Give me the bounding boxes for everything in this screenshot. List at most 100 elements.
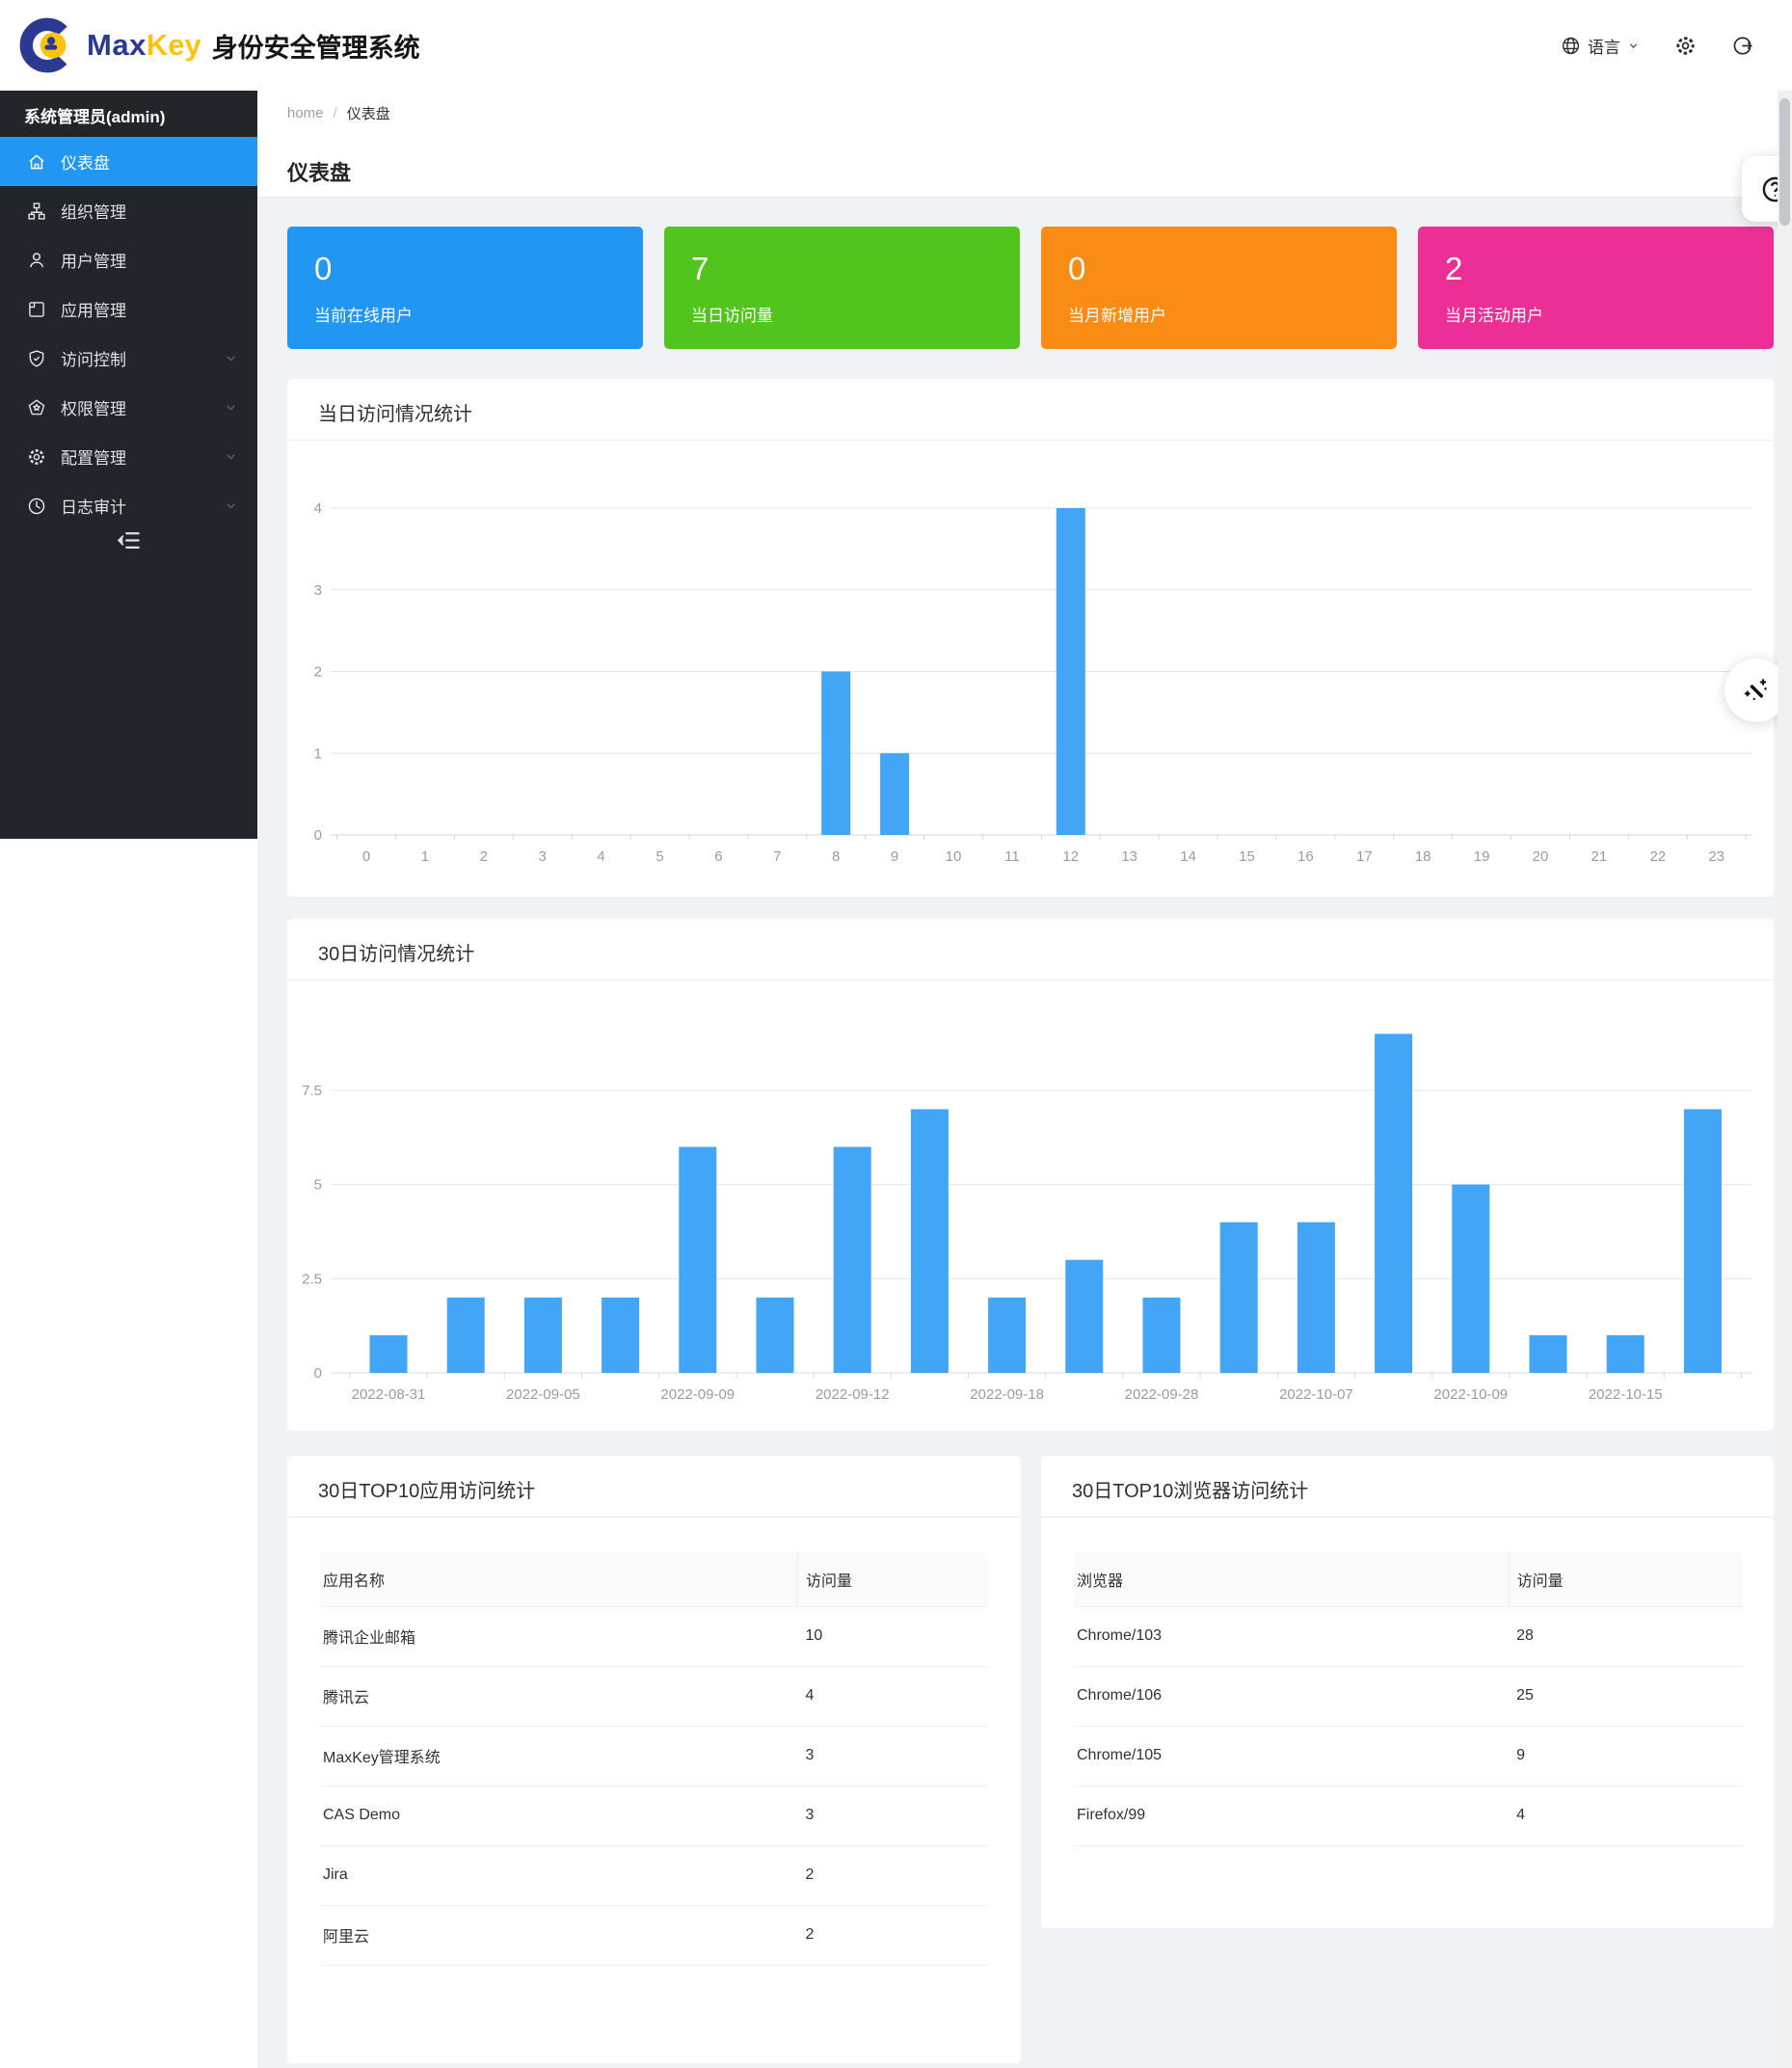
language-label: 语言 [1588,34,1620,58]
brand-name-primary: Max [87,28,147,63]
table-row: 腾讯企业邮箱10 [320,1606,988,1666]
table-header-row: 浏览器访问量 [1074,1552,1743,1606]
sidebar-item-audit-logs[interactable]: 日志审计 [0,481,257,530]
bar-chart-canvas: 02.557.52022-08-312022-09-052022-09-0920… [287,980,1774,1429]
scrollbar-thumb[interactable] [1779,98,1790,226]
svg-text:1: 1 [314,745,322,762]
name-cell: Firefox/99 [1074,1786,1509,1845]
chevron-down-icon [224,400,238,415]
name-cell: 腾讯企业邮箱 [320,1606,797,1666]
svg-text:2022-09-18: 2022-09-18 [970,1386,1044,1403]
user-icon [27,251,46,270]
bar [1065,1260,1103,1373]
scrollbar[interactable] [1778,91,1792,2068]
sidebar-item-label: 日志审计 [61,494,126,518]
svg-text:0: 0 [362,848,370,865]
sidebar-item-permissions[interactable]: 权限管理 [0,383,257,432]
svg-text:2022-10-07: 2022-10-07 [1279,1386,1353,1403]
stat-value: 0 [314,251,616,287]
sidebar-item-dashboard[interactable]: 仪表盘 [0,137,257,186]
sidebar-user-label: 系统管理员(admin) [0,91,257,137]
stat-value: 0 [1068,251,1370,287]
svg-text:9: 9 [891,848,898,865]
svg-text:0: 0 [314,1365,322,1382]
svg-text:2.5: 2.5 [302,1271,322,1287]
sidebar-item-access-control[interactable]: 访问控制 [0,334,257,383]
svg-text:20: 20 [1533,848,1549,865]
maxkey-logo-icon [17,13,81,77]
table-row: 腾讯云4 [320,1666,988,1726]
page-title: 仪表盘 [287,156,1792,187]
value-cell: 2 [797,1905,988,1965]
name-cell: 阿里云 [320,1905,797,1965]
svg-text:7.5: 7.5 [302,1083,322,1099]
value-cell: 25 [1509,1666,1743,1726]
stat-label: 当前在线用户 [314,302,616,326]
stat-card-monthly-new-users: 0当月新增用户 [1041,227,1397,349]
table-row: Chrome/1059 [1074,1726,1743,1786]
brand[interactable]: Max Key 身份安全管理系统 [17,13,420,77]
svg-text:3: 3 [539,848,547,865]
chevron-down-icon [224,498,238,513]
svg-text:12: 12 [1062,848,1079,865]
svg-text:2: 2 [480,848,488,865]
globe-icon [1561,36,1581,56]
chevron-down-icon [224,351,238,365]
svg-text:2022-10-15: 2022-10-15 [1589,1386,1663,1403]
wand-icon [1742,676,1771,705]
menu-collapse-button[interactable] [0,526,257,554]
column-header: 访问量 [797,1552,988,1606]
gear-icon [27,447,46,467]
svg-text:2022-08-31: 2022-08-31 [352,1386,426,1403]
top-apps-table-grid: 应用名称访问量腾讯企业邮箱10腾讯云4MaxKey管理系统3CAS Demo3J… [320,1552,988,1966]
language-selector[interactable]: 语言 [1561,34,1640,58]
sidebar-item-applications[interactable]: 应用管理 [0,284,257,334]
table-row: MaxKey管理系统3 [320,1726,988,1786]
bar [447,1298,485,1373]
svg-text:4: 4 [314,500,322,517]
stat-card-daily-visits: 7 当日访问量 [664,227,1020,349]
stat-value: 2 [1445,251,1747,287]
sidebar-item-label: 权限管理 [61,395,126,419]
breadcrumb-home[interactable]: home [287,105,324,121]
svg-text:16: 16 [1297,848,1314,865]
shield-icon [27,349,46,368]
svg-text:15: 15 [1239,848,1255,865]
value-cell: 3 [797,1726,988,1786]
logout-icon [1731,35,1753,57]
breadcrumb-separator: / [334,105,337,121]
svg-text:5: 5 [314,1177,322,1194]
sidebar-menu: 仪表盘组织管理用户管理应用管理访问控制权限管理配置管理日志审计 [0,137,257,530]
value-cell: 4 [797,1666,988,1726]
svg-text:22: 22 [1649,848,1666,865]
stat-card-monthly-active-users: 2当月活动用户 [1418,227,1774,349]
top-browsers-table-grid: 浏览器访问量Chrome/10328Chrome/10625Chrome/105… [1074,1552,1743,1846]
stat-value: 7 [691,251,993,287]
panel-title: 30日访问情况统计 [287,919,1774,980]
sidebar-item-label: 应用管理 [61,297,126,321]
bar [988,1298,1026,1373]
svg-text:2022-09-12: 2022-09-12 [816,1386,890,1403]
bar [1220,1222,1258,1373]
logout-button[interactable] [1731,35,1753,57]
bar [1143,1298,1181,1373]
table-row: CAS Demo3 [320,1786,988,1845]
settings-button[interactable] [1674,35,1697,57]
table-row: Firefox/994 [1074,1786,1743,1845]
page-header: home / 仪表盘 仪表盘 [257,91,1792,198]
product-title: 身份安全管理系统 [212,27,420,65]
sidebar-item-users[interactable]: 用户管理 [0,235,257,284]
column-header: 浏览器 [1074,1552,1509,1606]
svg-text:3: 3 [314,582,322,599]
stat-label: 当日访问量 [691,302,993,326]
panel-title: 当日访问情况统计 [287,379,1774,441]
breadcrumb-current: 仪表盘 [347,103,390,123]
daily-visits-chart: 0123401234567891011121314151617181920212… [287,441,1774,897]
value-cell: 28 [1509,1606,1743,1666]
name-cell: Chrome/106 [1074,1666,1509,1726]
sidebar-item-configuration[interactable]: 配置管理 [0,432,257,481]
top-browsers-panel: 30日TOP10浏览器访问统计 浏览器访问量Chrome/10328Chrome… [1041,1456,1774,1928]
home-icon [27,152,46,172]
sidebar-item-organizations[interactable]: 组织管理 [0,186,257,235]
sidebar-item-label: 访问控制 [61,346,126,370]
